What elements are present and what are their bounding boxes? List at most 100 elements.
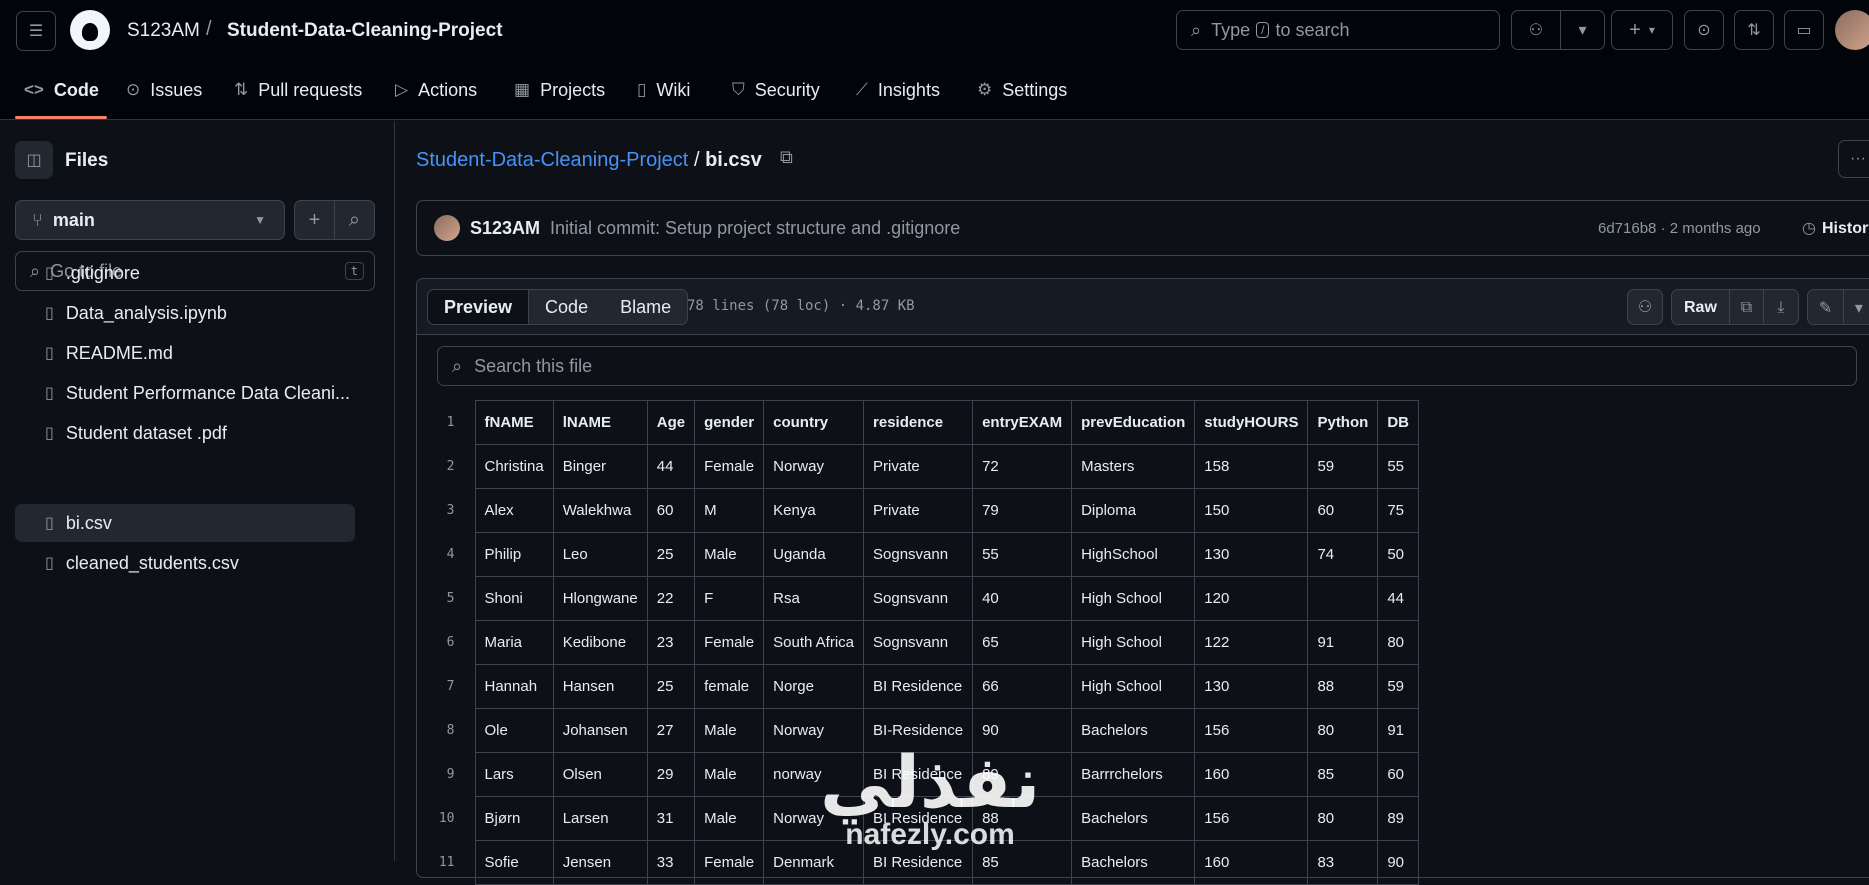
tab-settings[interactable]: ⚙ Settings (977, 80, 1067, 120)
plus-icon: + (1629, 18, 1641, 41)
commit-author-avatar[interactable] (434, 215, 460, 241)
table-cell: Bjørn (474, 796, 554, 841)
table-cell: Leo (552, 532, 648, 577)
table-cell: 31 (646, 796, 696, 841)
table-cell: Norge (763, 664, 865, 709)
hamburger-menu-button[interactable]: ☰ (16, 11, 56, 51)
breadcrumb-owner[interactable]: S123AM (127, 20, 200, 42)
table-cell: Johansen (552, 708, 648, 753)
issues-button[interactable]: ⊙ (1684, 10, 1724, 50)
tab-blame[interactable]: Blame (604, 290, 688, 324)
avatar[interactable] (1835, 10, 1869, 50)
copilot-button-group[interactable]: ⚇ ▾ (1511, 10, 1605, 50)
active-tab-indicator (15, 116, 107, 119)
table-header-cell: Python (1307, 400, 1379, 445)
tab-issues[interactable]: ⊙ Issues (126, 80, 202, 120)
pencil-icon: ✎ (1818, 300, 1833, 317)
table-cell: 23 (646, 620, 696, 665)
table-cell: Female (694, 444, 765, 489)
collapse-sidebar-button[interactable]: ◫ (15, 141, 53, 179)
table-cell: 25 (646, 532, 696, 577)
copy-raw-button[interactable]: ⧉ (1729, 290, 1764, 324)
commit-sha-time[interactable]: 6d716b8 · 2 months ago (1598, 220, 1761, 237)
table-cell: Sofie (474, 840, 554, 885)
table-cell: BI Residence (863, 840, 974, 885)
github-logo-icon[interactable] (70, 10, 110, 50)
edit-options-button[interactable]: ▾ (1843, 290, 1869, 324)
file-tree-item[interactable]: ▯ cleaned_students.csv (15, 544, 355, 582)
download-icon: ⤓ (1777, 299, 1785, 316)
create-new-button[interactable]: + ▾ (1611, 10, 1673, 50)
search-icon: ⌕ (348, 208, 361, 231)
table-cell: 59 (1377, 664, 1419, 709)
copilot-button[interactable]: ⚇ (1627, 289, 1663, 325)
search-files-button[interactable]: ⌕ (335, 201, 374, 239)
edit-button[interactable]: ✎ (1807, 290, 1844, 324)
table-cell: 85 (972, 840, 1073, 885)
watermark-arabic: نفذلي (820, 740, 1041, 824)
commit-author[interactable]: S123AM (470, 218, 540, 239)
breadcrumb-repo[interactable]: Student-Data-Cleaning-Project (227, 20, 503, 42)
shield-icon: ⛉ (732, 80, 745, 99)
table-cell: Rsa (763, 576, 865, 621)
path-repo-link[interactable]: Student-Data-Cleaning-Project (416, 149, 688, 171)
search-suffix-text: to search (1275, 19, 1350, 40)
tab-preview[interactable]: Preview (428, 290, 530, 324)
table-cell: Maria (474, 620, 554, 665)
table-icon: ▦ (514, 80, 531, 99)
tab-actions[interactable]: ▷ Actions (395, 80, 477, 120)
tab-insights[interactable]: ⟋ Insights (856, 80, 940, 120)
table-cell: 160 (1194, 840, 1309, 885)
tab-code[interactable]: <> Code (24, 80, 99, 120)
file-tree-item[interactable]: ▯ Student dataset .pdf (15, 414, 355, 452)
file-icon: ▯ (45, 425, 54, 442)
commit-message[interactable]: Initial commit: Setup project structure … (550, 218, 960, 239)
add-file-button[interactable]: + (295, 201, 335, 239)
pull-requests-button[interactable]: ⇅ (1734, 10, 1774, 50)
raw-button[interactable]: Raw (1672, 290, 1730, 324)
table-cell: 65 (972, 620, 1073, 665)
inbox-button[interactable]: ▭ (1784, 10, 1824, 50)
global-search-input[interactable]: ⌕ Type / to search (1176, 10, 1500, 50)
chevron-down-icon[interactable]: ▾ (1561, 11, 1604, 49)
line-number: 5 (446, 591, 455, 606)
search-shortcut-key: / (1256, 22, 1270, 38)
tab-pull-requests[interactable]: ⇅ Pull requests (234, 80, 362, 120)
tab-code-view[interactable]: Code (529, 290, 605, 324)
line-number: 3 (446, 503, 455, 518)
plus-icon: + (308, 208, 321, 231)
file-name: Student dataset .pdf (65, 422, 227, 443)
table-cell: Masters (1071, 444, 1196, 489)
file-tree-item-selected[interactable]: ▯ bi.csv (15, 504, 355, 542)
history-button[interactable]: ◷ History (1802, 218, 1869, 238)
table-cell: BI Residence (863, 664, 974, 709)
copy-path-icon[interactable]: ⧉ (780, 147, 793, 168)
file-tree-item[interactable]: ▯ .gitignore (15, 254, 355, 292)
table-cell: Philip (474, 532, 554, 577)
search-this-file-input[interactable]: ⌕ Search this file (437, 346, 1857, 386)
table-cell: 80 (1377, 620, 1419, 665)
pull-request-icon: ⇅ (234, 80, 249, 99)
tab-label: Wiki (656, 80, 691, 100)
table-cell: Olsen (552, 752, 648, 797)
more-options-button[interactable]: ··· (1838, 140, 1869, 178)
table-row: 3 Alex Walekhwa 60 M Kenya Private 79 Diploma 150… (417, 488, 1419, 533)
download-button[interactable]: ⤓ (1763, 290, 1798, 324)
file-tree-item[interactable]: ▯ README.md (15, 334, 355, 372)
table-cell: 90 (1377, 840, 1419, 885)
table-cell: Sognsvann (863, 532, 974, 577)
tab-projects[interactable]: ▦ Projects (514, 80, 605, 120)
table-cell: 85 (1307, 752, 1379, 797)
tab-label: Security (754, 80, 820, 100)
copilot-icon[interactable]: ⚇ (1512, 11, 1561, 49)
tab-security[interactable]: ⛉ Security (732, 80, 820, 120)
graph-icon: ⟋ (856, 80, 868, 99)
table-cell: Diploma (1071, 488, 1196, 533)
file-tree-item[interactable]: ▯ Data_analysis.ipynb (15, 294, 355, 332)
file-header: Preview Code Blame 78 lines (78 loc) · 4… (417, 279, 1869, 335)
table-cell: Christina (474, 444, 554, 489)
branch-selector[interactable]: ⑂ main ▼ (15, 200, 285, 240)
tab-wiki[interactable]: ▯ Wiki (637, 80, 690, 120)
file-tree-item[interactable]: ▯ Student Performance Data Cleani... (15, 374, 355, 412)
table-cell: Hansen (552, 664, 648, 709)
